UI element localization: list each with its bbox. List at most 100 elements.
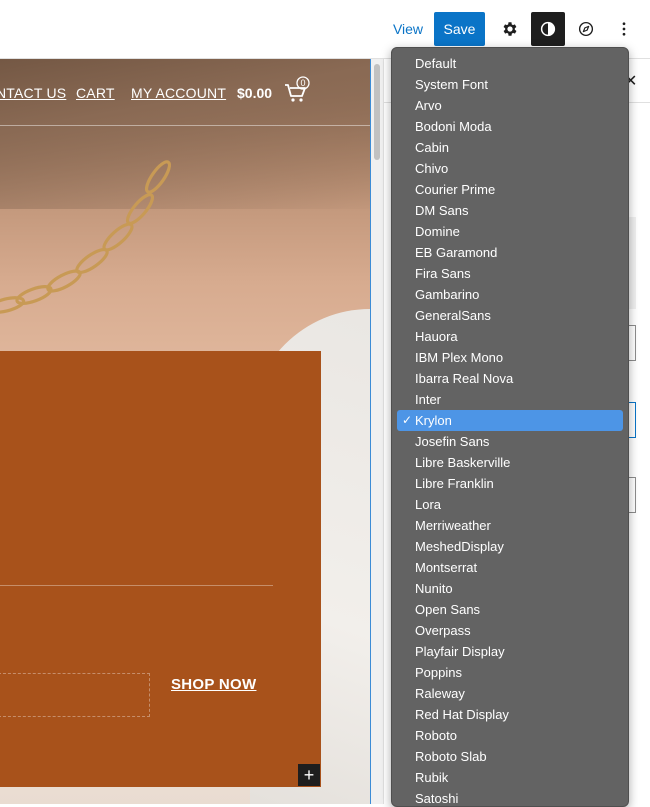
navigation-button[interactable] [569,12,603,46]
font-option-label: Ibarra Real Nova [415,371,514,386]
cart-count: 0 [300,78,305,88]
font-option-label: Lora [415,497,442,512]
font-option-label: Red Hat Display [415,707,509,722]
cart-button[interactable]: 0 [283,76,313,106]
font-option-label: Arvo [415,98,442,113]
gear-icon [503,22,517,36]
shop-now-link[interactable]: SHOP NOW [171,676,256,693]
header-divider [0,125,370,126]
font-option-label: MeshedDisplay [415,539,504,554]
font-option[interactable]: Roboto Slab [397,746,623,767]
font-option[interactable]: Raleway [397,683,623,704]
font-option-label: IBM Plex Mono [415,350,504,365]
font-option[interactable]: MeshedDisplay [397,536,623,557]
necklace-image [0,160,172,314]
font-option-label: Fira Sans [415,266,471,281]
font-option-label: Krylon [415,413,452,428]
font-option[interactable]: GeneralSans [397,305,623,326]
compass-icon [578,21,594,37]
font-option-label: DM Sans [415,203,469,218]
font-option[interactable]: Domine [397,221,623,242]
view-button[interactable]: View [388,12,428,46]
canvas-scrollbar-thumb[interactable] [374,64,380,160]
font-option[interactable]: Open Sans [397,599,623,620]
font-option[interactable]: DM Sans [397,200,623,221]
settings-button[interactable] [493,12,527,46]
font-option-label: Rubik [415,770,449,785]
font-option[interactable]: Merriweather [397,515,623,536]
more-vertical-icon [622,22,626,36]
font-option-label: Overpass [415,623,471,638]
font-option-label: Josefin Sans [415,434,490,449]
options-button[interactable] [607,12,641,46]
font-option[interactable]: Rubik [397,767,623,788]
font-option[interactable]: Courier Prime [397,179,623,200]
nav-link-my-account[interactable]: MY ACCOUNT [131,85,226,101]
font-option-label: Raleway [415,686,465,701]
font-option-label: Libre Franklin [415,476,494,491]
font-option-label: Montserrat [415,560,478,575]
font-option[interactable]: Bodoni Moda [397,116,623,137]
nav-link-contact[interactable]: NTACT US [0,85,66,101]
font-option-label: Inter [415,392,442,407]
font-option-label: Hauora [415,329,458,344]
font-options-list: Default System Font Arvo Bodoni Moda Cabin Ch… [392,48,628,806]
font-option-label: Domine [415,224,460,239]
font-option-label: Cabin [415,140,449,155]
font-option-label: System Font [415,77,488,92]
font-option-label: Libre Baskerville [415,455,511,470]
font-option[interactable]: ✓ Krylon [397,410,623,431]
font-option[interactable]: Chivo [397,158,623,179]
font-option[interactable]: Montserrat [397,557,623,578]
cart-total: $0.00 [237,85,273,101]
font-option-label: Roboto [415,728,457,743]
contrast-icon [540,21,556,37]
font-option[interactable]: Fira Sans [397,263,623,284]
font-option[interactable]: Ibarra Real Nova [397,368,623,389]
font-option[interactable]: Josefin Sans [397,431,623,452]
font-option-label: Playfair Display [415,644,505,659]
add-block-button[interactable]: + [298,764,320,786]
font-option-label: Poppins [415,665,462,680]
canvas-scrollbar[interactable] [372,59,382,804]
font-option[interactable]: Libre Franklin [397,473,623,494]
font-option[interactable]: Satoshi [397,788,623,806]
save-button[interactable]: Save [434,12,485,46]
font-option-label: Roboto Slab [415,749,487,764]
font-option[interactable]: IBM Plex Mono [397,347,623,368]
checkmark-icon: ✓ [402,413,413,427]
font-option-label: Gambarino [415,287,480,302]
font-family-dropdown[interactable]: Default System Font Arvo Bodoni Moda Cabin Ch… [391,47,629,807]
font-option-label: Courier Prime [415,182,496,197]
cart-icon: 0 [285,76,310,102]
styles-button[interactable] [531,12,565,46]
nav-link-cart[interactable]: CART [76,85,115,101]
font-option[interactable]: System Font [397,74,623,95]
font-option[interactable]: Arvo [397,95,623,116]
font-option[interactable]: EB Garamond [397,242,623,263]
site-preview[interactable]: NTACT US CART MY ACCOUNT $0.00 0 SHOP NO… [0,59,371,804]
font-option[interactable]: Red Hat Display [397,704,623,725]
promo-block[interactable]: SHOP NOW [0,351,321,787]
font-option[interactable]: Libre Baskerville [397,452,623,473]
font-option[interactable]: Default [397,53,623,74]
font-option-label: Merriweather [415,518,491,533]
promo-placeholder-block[interactable] [0,673,150,717]
font-option-label: Chivo [415,161,449,176]
promo-divider [0,585,273,586]
font-option[interactable]: Cabin [397,137,623,158]
font-option-label: GeneralSans [415,308,491,323]
font-option[interactable]: Gambarino [397,284,623,305]
font-option[interactable]: Poppins [397,662,623,683]
font-option[interactable]: Nunito [397,578,623,599]
font-option[interactable]: Inter [397,389,623,410]
font-option[interactable]: Overpass [397,620,623,641]
font-option[interactable]: Hauora [397,326,623,347]
font-option-label: Open Sans [415,602,481,617]
font-option[interactable]: Roboto [397,725,623,746]
font-option[interactable]: Lora [397,494,623,515]
font-option-label: EB Garamond [415,245,498,260]
font-option-label: Default [415,56,457,71]
editor-canvas: NTACT US CART MY ACCOUNT $0.00 0 SHOP NO… [0,59,383,804]
font-option[interactable]: Playfair Display [397,641,623,662]
